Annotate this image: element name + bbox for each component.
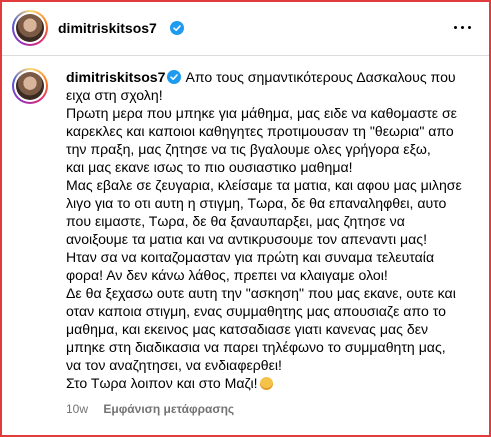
caption-line: Στο Τωρα λοιπον και στο Μαζι!	[66, 374, 482, 392]
comment-avatar[interactable]	[12, 68, 48, 104]
post-username[interactable]: dimitriskitsos7	[58, 20, 157, 36]
caption-username[interactable]: dimitriskitsos7	[66, 69, 165, 85]
caption-line: και μας εκανε ισως το πιο ουσιαστικο μαθ…	[66, 159, 353, 175]
caption-line: Ηταν σα να κοιταζομασταν για πρώτη και σ…	[66, 249, 435, 265]
smiling-face-icon	[259, 377, 273, 390]
avatar-photo	[16, 14, 44, 42]
post-header: dimitriskitsos7	[2, 2, 489, 54]
caption-line: dimitriskitsos7 Απο τους σημαντικότερους …	[66, 69, 456, 85]
profile-avatar[interactable]	[12, 10, 48, 46]
instagram-post-panel: dimitriskitsos7 dimitriskitsos7 Απο τους …	[0, 0, 491, 437]
caption-line: ανοιξουμε τα ματια και να αντικρυσουμε τ…	[66, 231, 427, 247]
caption-meta: 10w Εμφάνιση μετάφρασης	[66, 402, 234, 416]
caption-line: φορα! Αν δεν κάνω λάθος, πρεπει να κλαιγ…	[66, 267, 388, 283]
see-translation-link[interactable]: Εμφάνιση μετάφρασης	[103, 402, 234, 416]
caption-line: οταν καποια στιγμη, ενας συμμαθητης μας …	[66, 303, 446, 319]
avatar-photo	[16, 72, 44, 100]
caption-line: την πραξη, μας ζητησε να τις βγαλουμε ολ…	[66, 141, 431, 157]
verified-badge-icon	[170, 21, 184, 35]
caption-line: Μας εβαλε σε ζευγαρια, κλείσαμε τα ματια…	[66, 177, 462, 193]
caption-line: Δε θα ξεχασω ουτε αυτη την "ασκηση" που …	[66, 285, 456, 301]
caption-line: να τον αναζητησει, να ενδιαφερθει!	[66, 357, 282, 373]
caption-line: μαθημα, και εκεινος μας κατσαδιασε γιατι…	[66, 321, 429, 337]
caption-line: ειχα στη σχολη!	[66, 87, 163, 103]
caption-line: Πρωτη μερα που μπηκε για μάθημα, μας ειδ…	[66, 105, 457, 121]
caption-line: που ειμαστε, Τωρα, δε θα ξαναυπαρξει, μα…	[66, 213, 405, 229]
verified-badge-icon	[167, 70, 182, 84]
caption-text: dimitriskitsos7 Απο τους σημαντικότερους …	[66, 68, 482, 392]
caption-line: λιγο για το οτι αυτη η στιγμη, Τωρα, δε …	[66, 195, 447, 211]
caption-line: καρεκλες και καποιοι καθηγητες προτιμουσ…	[66, 123, 454, 139]
post-timestamp[interactable]: 10w	[66, 402, 88, 416]
header-divider	[2, 55, 489, 56]
caption-line: μπηκε στη διαδικασια να παρει τηλέφωνο τ…	[66, 339, 446, 355]
more-options-icon[interactable]	[451, 16, 473, 38]
